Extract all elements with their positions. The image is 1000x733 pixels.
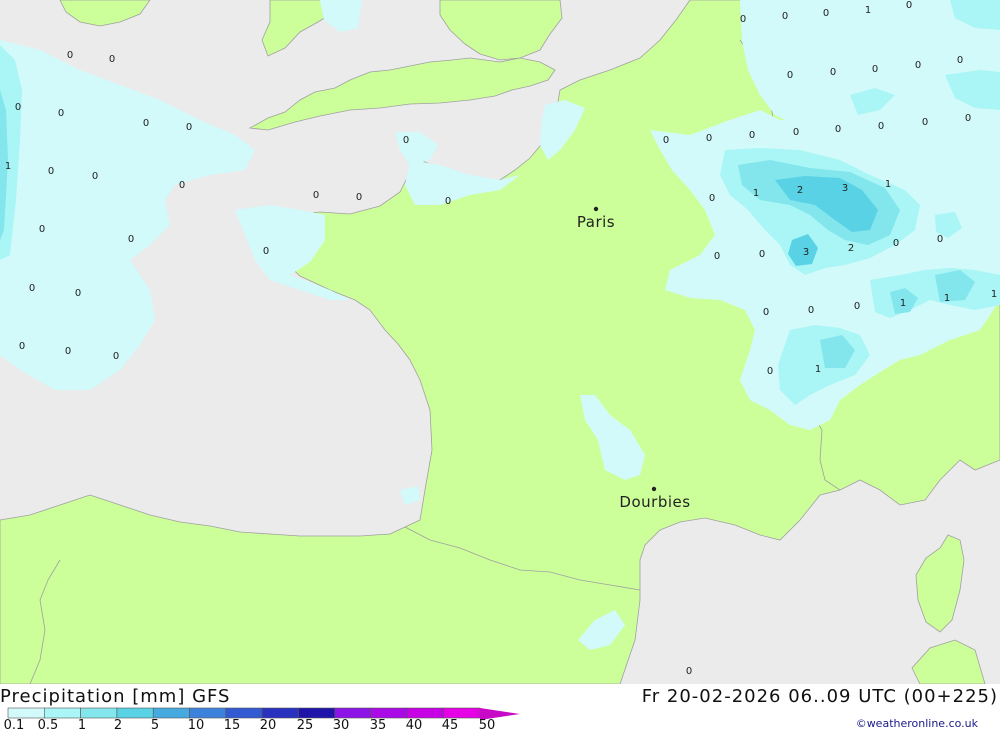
value-label: 0 xyxy=(48,166,54,177)
value-label: 0 xyxy=(445,196,451,207)
value-label: 0 xyxy=(113,351,119,362)
legend-swatch xyxy=(189,707,227,719)
value-label: 0 xyxy=(356,192,362,203)
legend-swatch xyxy=(261,707,299,719)
value-label: 0 xyxy=(75,288,81,299)
legend-tick: 45 xyxy=(441,718,459,733)
value-label: 0 xyxy=(893,238,899,249)
value-label: 0 xyxy=(740,14,746,25)
value-label: 0 xyxy=(67,50,73,61)
legend-swatch xyxy=(152,707,190,719)
legend-tick: 0.5 xyxy=(37,718,59,733)
value-label: 0 xyxy=(663,135,669,146)
city-marker-paris xyxy=(593,206,599,212)
value-label: 0 xyxy=(15,102,21,113)
value-label: 0 xyxy=(793,127,799,138)
legend-swatch xyxy=(370,707,408,719)
legend-swatch xyxy=(443,707,481,719)
value-label: 0 xyxy=(403,135,409,146)
value-label: 0 xyxy=(835,124,841,135)
value-label: 3 xyxy=(803,247,809,258)
value-label: 2 xyxy=(797,185,803,196)
value-label: 3 xyxy=(842,183,848,194)
value-label: 0 xyxy=(759,249,765,260)
value-label: 1 xyxy=(865,5,871,16)
credit-link[interactable]: ©weatheronline.co.uk xyxy=(856,717,978,730)
value-label: 0 xyxy=(922,117,928,128)
value-label: 1 xyxy=(5,161,11,172)
legend-swatch xyxy=(298,707,336,719)
value-label: 0 xyxy=(957,55,963,66)
legend-tick: 35 xyxy=(369,718,387,733)
value-label: 0 xyxy=(714,251,720,262)
value-label: 0 xyxy=(906,0,912,11)
value-label: 0 xyxy=(965,113,971,124)
value-label: 1 xyxy=(900,298,906,309)
value-label: 0 xyxy=(808,305,814,316)
legend-tick: 20 xyxy=(259,718,277,733)
value-label: 0 xyxy=(872,64,878,75)
legend-swatch xyxy=(334,707,372,719)
value-label: 0 xyxy=(937,234,943,245)
city-marker-dourbies xyxy=(651,486,657,492)
legend-tick: 30 xyxy=(332,718,350,733)
value-label: 0 xyxy=(313,190,319,201)
value-label: 0 xyxy=(854,301,860,312)
legend-swatch xyxy=(407,707,444,719)
value-label: 0 xyxy=(58,108,64,119)
value-label: 1 xyxy=(991,289,997,300)
value-label: 0 xyxy=(709,193,715,204)
legend-swatch xyxy=(7,707,45,719)
value-label: 0 xyxy=(706,133,712,144)
legend-swatch xyxy=(44,707,81,719)
legend-swatch xyxy=(225,707,263,719)
value-label: 0 xyxy=(39,224,45,235)
legend-swatch xyxy=(116,707,154,719)
legend-tick: 5 xyxy=(150,718,160,733)
legend-tick: 15 xyxy=(223,718,241,733)
legend-tick: 40 xyxy=(405,718,423,733)
value-label: 0 xyxy=(767,366,773,377)
value-label: 0 xyxy=(915,60,921,71)
legend-ticks: 0.1 0.5 1 2 5 10 15 20 25 30 35 40 45 50 xyxy=(0,718,520,733)
value-label: 0 xyxy=(19,341,25,352)
city-label-dourbies: Dourbies xyxy=(619,493,690,511)
value-label: 0 xyxy=(782,11,788,22)
precipitation-map: 0 0 0 1 0 0 0 0 0 0 0 0 0 0 0 0 0 0 0 0 … xyxy=(0,0,1000,684)
value-label: 0 xyxy=(878,121,884,132)
value-label: 0 xyxy=(787,70,793,81)
legend-tick: 0.1 xyxy=(3,718,25,733)
value-label: 0 xyxy=(29,283,35,294)
value-label: 1 xyxy=(753,188,759,199)
legend-tick: 25 xyxy=(296,718,314,733)
value-label: 0 xyxy=(179,180,185,191)
value-label: 1 xyxy=(944,293,950,304)
value-label: 0 xyxy=(823,8,829,19)
map-datetime: Fr 20-02-2026 06..09 UTC (00+225) xyxy=(641,686,998,707)
value-label: 0 xyxy=(263,246,269,257)
legend-tick: 2 xyxy=(113,718,123,733)
city-label-paris: Paris xyxy=(577,213,615,231)
value-label: 2 xyxy=(848,243,854,254)
legend-tick: 10 xyxy=(187,718,205,733)
legend-swatch xyxy=(80,707,118,719)
value-label: 1 xyxy=(815,364,821,375)
value-label: 0 xyxy=(749,130,755,141)
legend-swatches xyxy=(7,707,481,719)
map-title: Precipitation [mm] GFS xyxy=(0,686,231,707)
legend-tick: 1 xyxy=(77,718,87,733)
value-label: 0 xyxy=(65,346,71,357)
value-label: 0 xyxy=(92,171,98,182)
legend-tick: 50 xyxy=(478,718,496,733)
value-label: 0 xyxy=(830,67,836,78)
value-label: 0 xyxy=(186,122,192,133)
value-label: 0 xyxy=(109,54,115,65)
value-label: 0 xyxy=(686,666,692,677)
value-label: 0 xyxy=(128,234,134,245)
value-label: 0 xyxy=(763,307,769,318)
value-label: 1 xyxy=(885,179,891,190)
value-label: 0 xyxy=(143,118,149,129)
